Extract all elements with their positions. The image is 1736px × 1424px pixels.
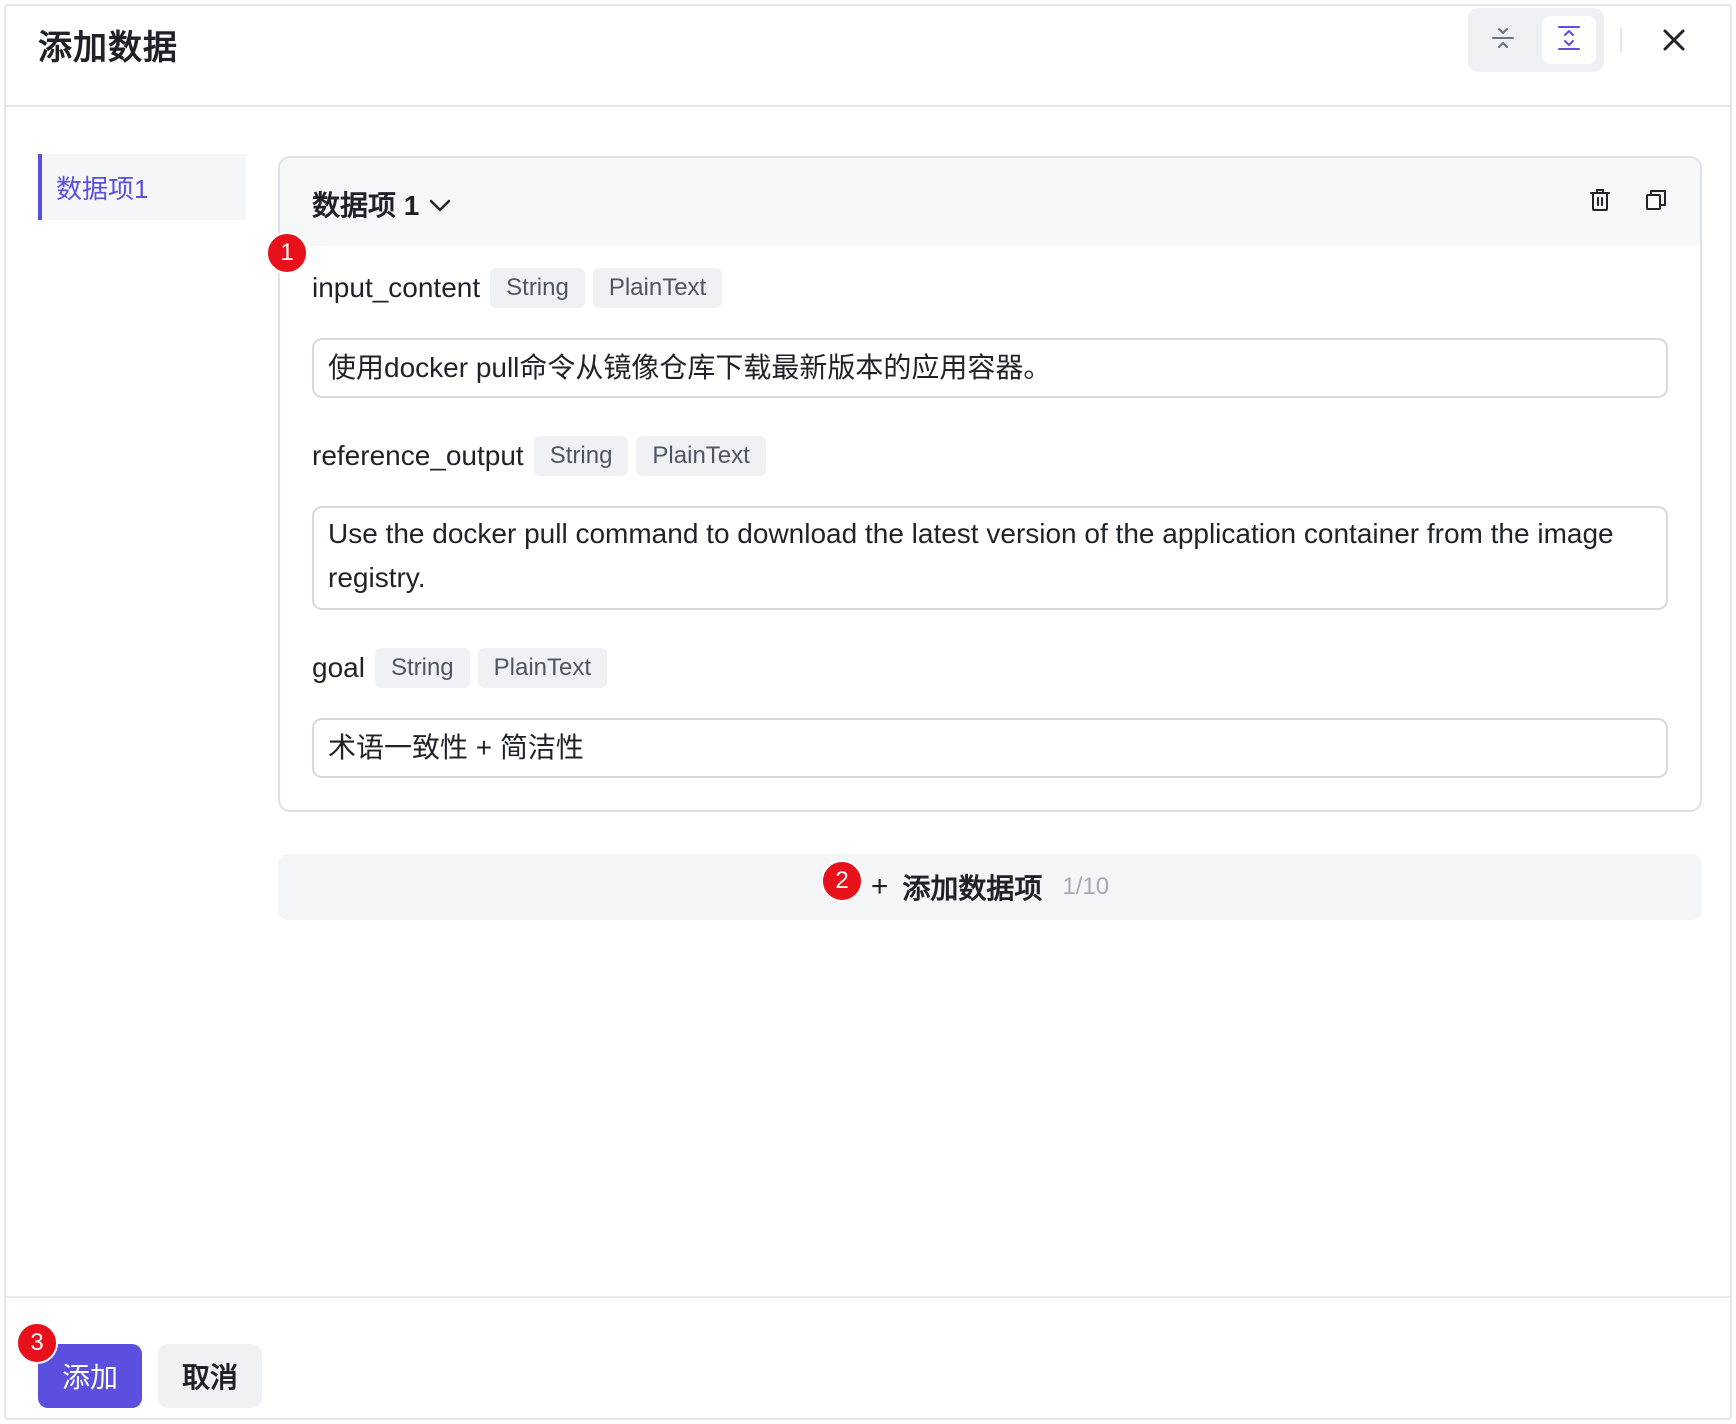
format-tag: PlainText (477, 648, 608, 688)
type-tag: String (533, 436, 629, 476)
field-label-input-content: input_content String PlainText (312, 268, 723, 308)
add-data-item-button[interactable]: + 添加数据项 1/10 (278, 854, 1702, 920)
dialog-header: 添加数据 (6, 6, 1730, 107)
header-divider (1620, 28, 1622, 52)
copy-icon (1645, 189, 1667, 216)
collapse-all-button[interactable] (1476, 16, 1530, 64)
view-toggle (1468, 8, 1604, 72)
type-tag: String (490, 268, 585, 308)
cancel-button[interactable]: 取消 (158, 1344, 262, 1408)
step-marker-1: 1 (266, 232, 308, 274)
item-count: 1/10 (1062, 873, 1110, 900)
add-data-item-label: 添加数据项 (902, 873, 1043, 904)
chevron-down-icon (429, 188, 451, 220)
card-actions (1584, 186, 1672, 218)
close-button[interactable] (1652, 20, 1696, 64)
reference-output-field[interactable]: Use the docker pull command to download … (312, 506, 1668, 610)
data-item-card: 数据项 1 input_content String PlainText 使用d… (278, 156, 1702, 812)
step-marker-3: 3 (16, 1322, 58, 1364)
trash-icon (1589, 188, 1611, 217)
dialog-title: 添加数据 (38, 29, 178, 67)
goal-field[interactable]: 术语一致性 + 简洁性 (312, 718, 1668, 778)
field-name: reference_output (312, 440, 524, 471)
collapse-all-icon (1490, 25, 1516, 56)
field-label-reference-output: reference_output String PlainText (312, 436, 766, 476)
delete-item-button[interactable] (1584, 186, 1616, 218)
card-title-toggle[interactable]: 数据项 1 (312, 184, 451, 224)
add-data-dialog: 添加数据 数据项1 数据项 1 input_content String Pla… (4, 4, 1732, 1420)
field-name: goal (312, 652, 365, 683)
input-content-field[interactable]: 使用docker pull命令从镜像仓库下载最新版本的应用容器。 (312, 338, 1668, 398)
sidebar-item-label: 数据项1 (56, 173, 149, 204)
footer-divider (6, 1296, 1730, 1298)
expand-all-button[interactable] (1542, 16, 1596, 64)
field-label-goal: goal String PlainText (312, 648, 608, 688)
format-tag: PlainText (592, 268, 723, 308)
card-header: 数据项 1 (280, 158, 1700, 246)
sidebar-item-data-item-1[interactable]: 数据项1 (38, 154, 246, 220)
format-tag: PlainText (636, 436, 766, 476)
close-icon (1662, 28, 1686, 57)
plus-icon: + (870, 870, 889, 903)
expand-all-icon (1556, 24, 1582, 57)
type-tag: String (374, 648, 470, 688)
field-name: input_content (312, 272, 481, 303)
step-marker-2: 2 (821, 860, 863, 902)
card-title: 数据项 1 (312, 190, 420, 221)
copy-item-button[interactable] (1640, 186, 1672, 218)
